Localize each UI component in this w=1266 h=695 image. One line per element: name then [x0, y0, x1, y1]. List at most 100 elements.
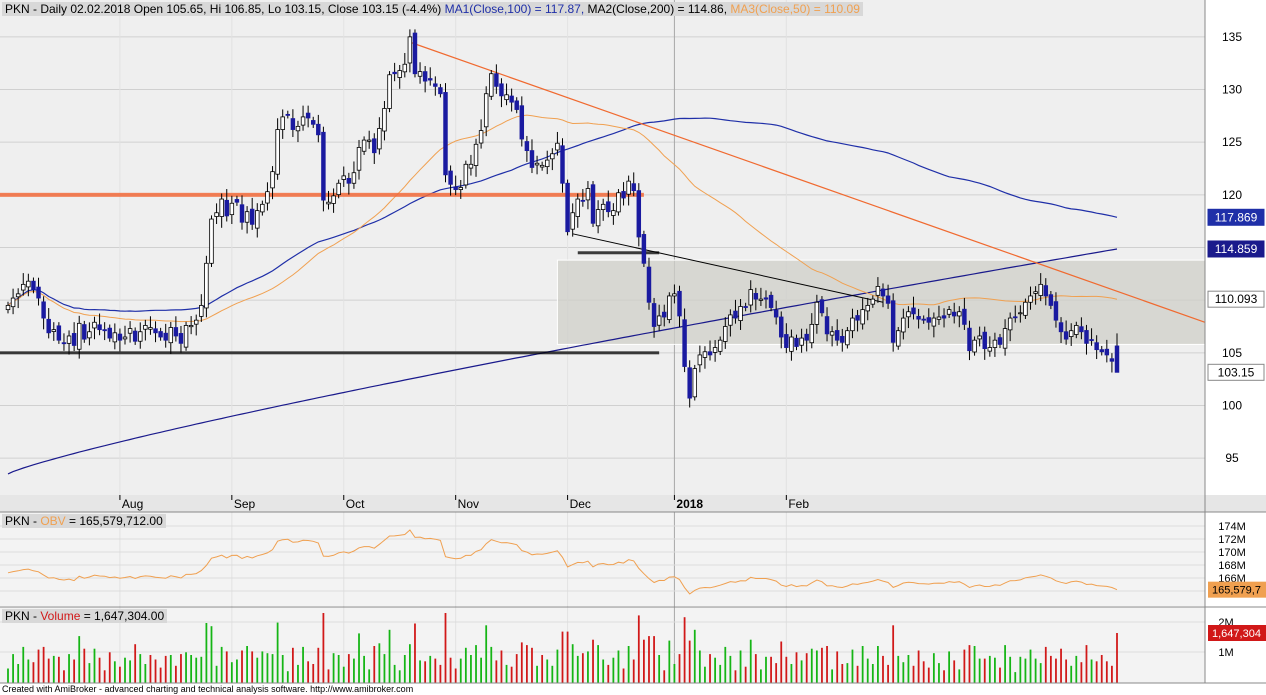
- candle-body: [280, 116, 285, 130]
- candle-body: [621, 191, 626, 199]
- candle-body: [377, 128, 382, 150]
- candle-body: [66, 335, 72, 344]
- volume-bar: [332, 653, 335, 683]
- volume-bar: [470, 655, 472, 683]
- volume-name: Volume: [40, 609, 81, 623]
- volume-bar: [276, 622, 279, 683]
- volume-bar: [922, 661, 925, 683]
- volume-bar: [454, 668, 457, 683]
- volume-bar: [907, 655, 910, 683]
- candle-body: [646, 266, 652, 303]
- candle-body: [1058, 322, 1064, 333]
- candle-body: [199, 305, 204, 317]
- volume-bar: [1080, 662, 1083, 683]
- candle-body: [819, 299, 825, 314]
- volume-bar: [953, 660, 956, 683]
- candle-body: [138, 331, 143, 342]
- volume-bar: [93, 648, 96, 683]
- volume-bar: [724, 646, 727, 683]
- volume-bar: [373, 646, 376, 683]
- candle-body: [840, 335, 845, 343]
- volume-bar: [1019, 656, 1022, 683]
- candle-body: [448, 170, 453, 185]
- volume-bar: [205, 623, 208, 683]
- candle-body: [204, 262, 209, 309]
- volume-bar: [866, 658, 869, 683]
- volume-bar: [139, 654, 142, 683]
- volume-bar: [678, 654, 681, 683]
- candle-body: [214, 212, 219, 217]
- volume-bar: [785, 656, 788, 683]
- volume-bar: [780, 641, 783, 683]
- candle-body: [580, 199, 586, 202]
- candle-body: [494, 73, 499, 87]
- volume-bar: [327, 669, 330, 683]
- volume-bar: [403, 655, 406, 683]
- candle-body: [982, 331, 987, 350]
- candle-body: [316, 123, 321, 136]
- volume-bar: [347, 654, 350, 683]
- candle-body: [265, 191, 270, 204]
- volume-bar: [1034, 658, 1037, 683]
- volume-bar: [17, 664, 20, 683]
- candle-body: [453, 186, 458, 190]
- candle-body: [229, 202, 235, 216]
- candle-body: [1089, 339, 1094, 341]
- price-tag-label: 110.093: [1215, 292, 1258, 306]
- candle-body: [931, 317, 937, 327]
- volume-bar: [795, 652, 798, 683]
- volume-bar: [515, 654, 518, 683]
- candle-body: [595, 209, 601, 227]
- candle-body: [667, 295, 672, 320]
- volume-bar: [775, 663, 778, 683]
- candle-body: [1104, 348, 1110, 356]
- candle-body: [636, 190, 642, 238]
- candle-body: [61, 342, 67, 345]
- volume-bar: [1075, 655, 1078, 683]
- volume-bar: [1039, 663, 1042, 683]
- volume-bar: [861, 646, 864, 683]
- candle-body: [992, 339, 998, 348]
- volume-bar: [408, 644, 411, 683]
- volume-bar: [932, 653, 935, 683]
- support-line: [0, 351, 660, 355]
- volume-bar: [994, 657, 996, 683]
- volume-bar: [1070, 665, 1073, 683]
- volume-bar: [693, 629, 696, 683]
- candle-body: [239, 204, 245, 223]
- candle-body: [402, 63, 408, 73]
- volume-bar: [744, 666, 747, 683]
- volume-bar: [551, 665, 554, 683]
- candle-body: [107, 327, 112, 339]
- candle-body: [1063, 331, 1069, 340]
- volume-bar: [1085, 645, 1088, 683]
- candle-body: [351, 172, 357, 184]
- candle-body: [758, 298, 764, 301]
- volume-bar: [938, 663, 940, 683]
- volume-bar: [236, 659, 238, 683]
- candle-body: [906, 311, 911, 318]
- candle-body: [1074, 325, 1079, 335]
- volume-bar: [83, 648, 86, 683]
- volume-bar: [765, 656, 767, 683]
- candle-body: [824, 316, 830, 335]
- candle-body: [244, 211, 250, 223]
- volume-bar: [495, 660, 498, 683]
- volume-bar: [999, 667, 1001, 683]
- candle-body: [860, 309, 865, 325]
- candle-body: [779, 316, 784, 338]
- candle-body: [590, 184, 596, 224]
- candle-body: [606, 201, 611, 213]
- volume-bar: [1024, 658, 1027, 683]
- candle-body: [712, 347, 718, 353]
- volume-bar: [948, 651, 951, 683]
- volume-bar: [266, 653, 269, 683]
- volume-bar: [592, 639, 594, 683]
- volume-bar: [729, 655, 732, 683]
- candle-body: [1114, 345, 1120, 373]
- volume-bar: [531, 647, 533, 683]
- volume-bar: [1044, 646, 1047, 683]
- candle-body: [834, 330, 840, 341]
- volume-bar: [398, 670, 401, 683]
- volume-bar: [754, 654, 757, 683]
